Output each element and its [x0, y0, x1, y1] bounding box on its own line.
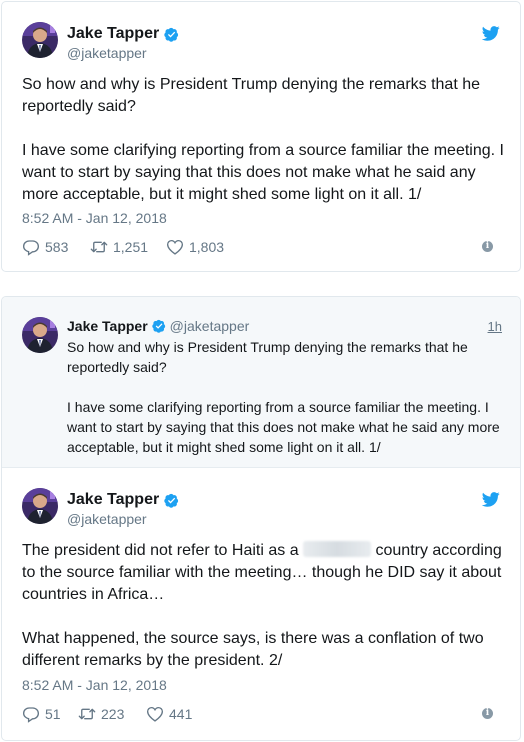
retweet-button[interactable]: 223 [78, 705, 124, 723]
author-name[interactable]: Jake Tapper [67, 318, 148, 334]
tweet-header: Jake Tapper @jaketapper [22, 22, 502, 62]
tweet-card-1[interactable]: Jake Tapper @jaketapper So how and why i… [1, 1, 521, 272]
reply-count: 51 [45, 706, 61, 722]
like-count: 441 [169, 706, 193, 722]
text-segment: The president did not refer to Haiti as … [22, 542, 304, 559]
author-block: Jake Tapper @jaketapper [67, 491, 179, 527]
reply-icon [22, 238, 40, 256]
reply-icon [22, 705, 40, 723]
like-button[interactable]: 1,803 [166, 238, 224, 256]
quoted-paragraph: I have some clarifying reporting from a … [67, 399, 500, 455]
retweet-count: 223 [101, 706, 125, 722]
author-name[interactable]: Jake Tapper [67, 25, 159, 43]
author-block: Jake Tapper @jaketapper [67, 25, 179, 61]
tweet-paragraph: What happened, the source says, is there… [22, 630, 484, 669]
quoted-header: Jake Tapper @jaketapper [67, 318, 249, 334]
retweet-button[interactable]: 1,251 [90, 238, 148, 256]
quoted-time[interactable]: 1h [488, 319, 502, 334]
author-name-row[interactable]: Jake Tapper [67, 25, 179, 43]
tweet-text: So how and why is President Trump denyin… [22, 74, 506, 206]
tweet-text: The president did not refer to Haiti as … [22, 540, 506, 672]
author-handle[interactable]: @jaketapper [67, 511, 179, 527]
like-count: 1,803 [189, 239, 225, 255]
author-name[interactable]: Jake Tapper [67, 491, 159, 509]
reply-button[interactable]: 583 [22, 238, 68, 256]
author-handle[interactable]: @jaketapper [170, 318, 250, 334]
tweet-paragraph: So how and why is President Trump denyin… [22, 76, 481, 115]
tweet-header: Jake Tapper @jaketapper [22, 488, 502, 528]
verified-badge-icon [164, 493, 179, 508]
twitter-bird-icon[interactable] [482, 26, 500, 41]
tweet-timestamp[interactable]: 8:52 AM - Jan 12, 2018 [22, 210, 167, 226]
tweet-actions: 583 1,251 1,803 i [22, 238, 502, 258]
quoted-paragraph: So how and why is President Trump denyin… [67, 339, 468, 375]
avatar[interactable] [22, 22, 58, 58]
tweet-card-2[interactable]: Jake Tapper @jaketapper 1h So how and wh… [1, 296, 521, 741]
twitter-bird-icon[interactable] [482, 492, 500, 507]
verified-badge-icon [152, 319, 166, 333]
info-icon[interactable]: i [482, 241, 493, 252]
info-icon[interactable]: i [482, 708, 493, 719]
heart-icon [146, 705, 164, 723]
author-handle[interactable]: @jaketapper [67, 45, 179, 61]
reply-button[interactable]: 51 [22, 705, 61, 723]
avatar[interactable] [22, 488, 58, 524]
avatar[interactable] [22, 317, 58, 353]
retweet-icon [78, 705, 96, 723]
like-button[interactable]: 441 [146, 705, 192, 723]
heart-icon [166, 238, 184, 256]
verified-badge-icon [164, 27, 179, 42]
tweet-timestamp[interactable]: 8:52 AM - Jan 12, 2018 [22, 677, 167, 693]
tweet-actions: 51 223 441 i [22, 705, 502, 725]
quoted-text: So how and why is President Trump denyin… [67, 337, 507, 457]
reply-count: 583 [45, 239, 69, 255]
retweet-count: 1,251 [113, 239, 149, 255]
tweet-paragraph: The president did not refer to Haiti as … [22, 540, 506, 606]
redacted-word [303, 541, 372, 557]
quoted-tweet[interactable]: Jake Tapper @jaketapper 1h So how and wh… [2, 297, 520, 468]
author-name-row[interactable]: Jake Tapper [67, 491, 179, 509]
tweet-paragraph: I have some clarifying reporting from a … [22, 142, 504, 203]
retweet-icon [90, 238, 108, 256]
